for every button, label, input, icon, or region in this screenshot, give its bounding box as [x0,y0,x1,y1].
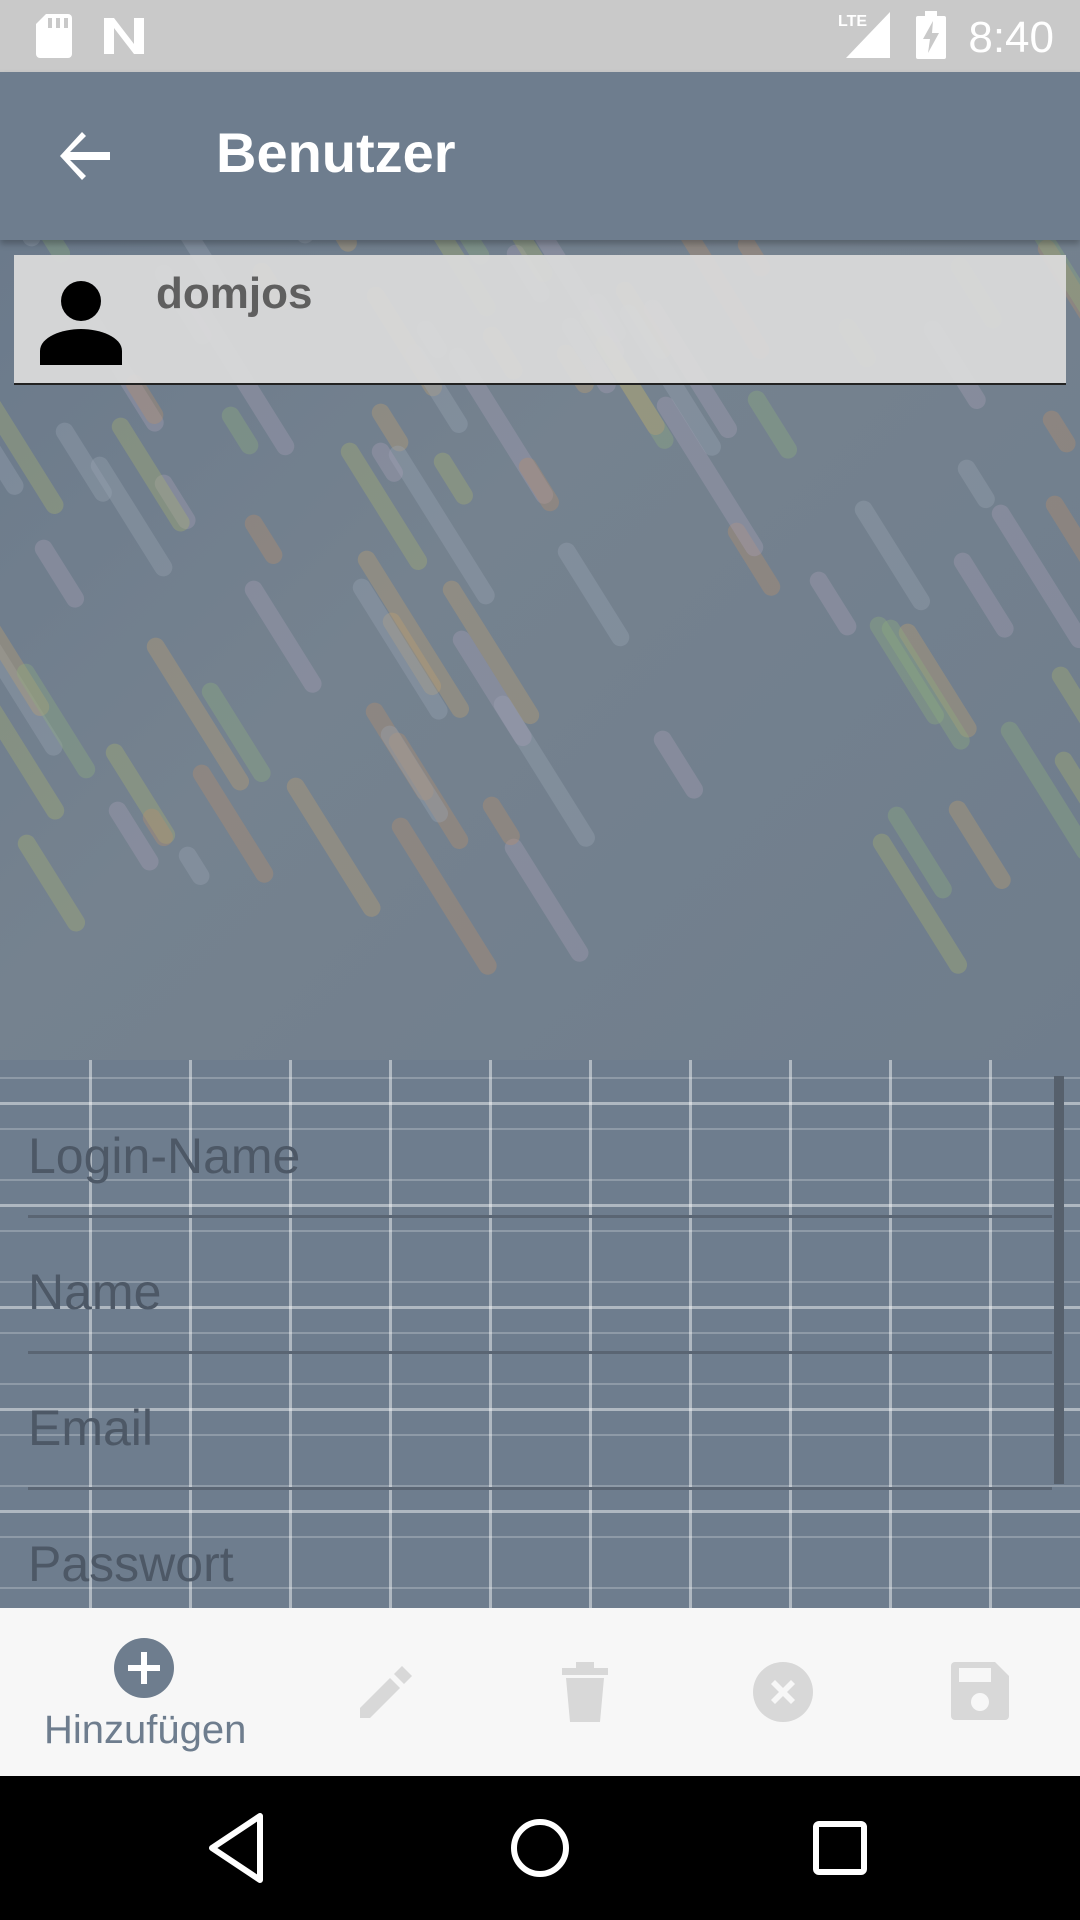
background-texture-stripe [479,793,524,849]
field-underline [28,1351,1052,1354]
background-texture-stripe [806,568,860,639]
app-bar: Benutzer [0,72,1080,240]
bottom-action-bar: Hinzufügen [0,1608,1080,1776]
background-texture-stripe [87,453,176,580]
background-texture-stripe [175,843,213,889]
background-texture-stripe [388,814,501,979]
delete-icon [562,1662,608,1722]
n-logo-icon [102,14,146,63]
sd-card-icon [36,14,72,63]
name-input[interactable] [28,1244,1052,1340]
background-texture-stripe [744,387,801,463]
background-texture-stripe [945,797,1015,893]
login-name-field[interactable] [28,1108,1052,1218]
nav-back-button[interactable] [198,1806,282,1890]
nav-back-icon [209,1813,263,1883]
field-underline [28,1215,1052,1218]
page-title: Benutzer [216,121,456,184]
nav-recents-button[interactable] [798,1806,882,1890]
user-name: domjos [156,269,313,318]
background-texture-stripe [260,240,318,247]
svg-text:LTE: LTE [838,13,867,30]
person-icon [40,281,122,365]
cancel-icon [753,1662,813,1722]
save-button[interactable] [880,1608,1080,1776]
background-texture-stripe [997,718,1080,864]
nav-recents-icon [813,1821,867,1875]
clock: 8:40 [968,12,1054,62]
background-texture-stripe [377,722,452,826]
background-texture-stripe [954,456,999,512]
field-underline [28,1487,1052,1490]
password-field[interactable] [28,1516,1052,1608]
user-list-item[interactable]: domjos [14,255,1066,385]
background-texture-stripe [283,774,384,921]
add-button[interactable]: Hinzufügen [44,1608,247,1776]
add-circle-icon [114,1638,174,1698]
background-texture-stripe [515,454,563,515]
background-texture-stripe [950,549,1018,642]
background-texture-stripe [241,577,325,697]
add-button-label: Hinzufügen [44,1708,247,1752]
edit-icon [360,1666,412,1718]
background-texture-stripe [554,539,633,650]
delete-button[interactable] [485,1608,685,1776]
user-form [0,1060,1080,1608]
email-input[interactable] [28,1380,1052,1476]
background-texture-stripe [501,835,592,966]
nav-home-icon [511,1819,569,1877]
password-input[interactable] [28,1516,1052,1608]
background-texture-stripe [31,536,88,612]
status-bar: LTE 8:40 [0,0,1080,72]
navigation-bar [0,1776,1080,1920]
login-name-input[interactable] [28,1108,1052,1204]
background-texture-stripe [1042,492,1080,581]
arrow-back-icon [60,132,110,180]
battery-charging-icon [916,11,947,64]
back-button[interactable] [56,126,116,186]
nav-home-button[interactable] [498,1806,582,1890]
edit-button[interactable] [286,1608,486,1776]
background-texture-stripe [878,616,974,753]
background-texture-stripe [851,497,934,614]
email-field[interactable] [28,1380,1052,1490]
background-texture-stripe [1039,407,1080,456]
background-texture-stripe [614,240,729,244]
name-field[interactable] [28,1244,1052,1354]
cancel-button[interactable] [683,1608,883,1776]
background-texture-stripe [430,449,477,508]
scrollbar[interactable] [1054,1076,1064,1484]
background-texture-stripe [14,831,89,935]
background-texture-stripe [241,511,286,568]
save-icon [951,1662,1009,1720]
background-texture-stripe [650,727,707,803]
lte-signal-icon: LTE [838,10,894,65]
background-texture-stripe [0,240,44,250]
